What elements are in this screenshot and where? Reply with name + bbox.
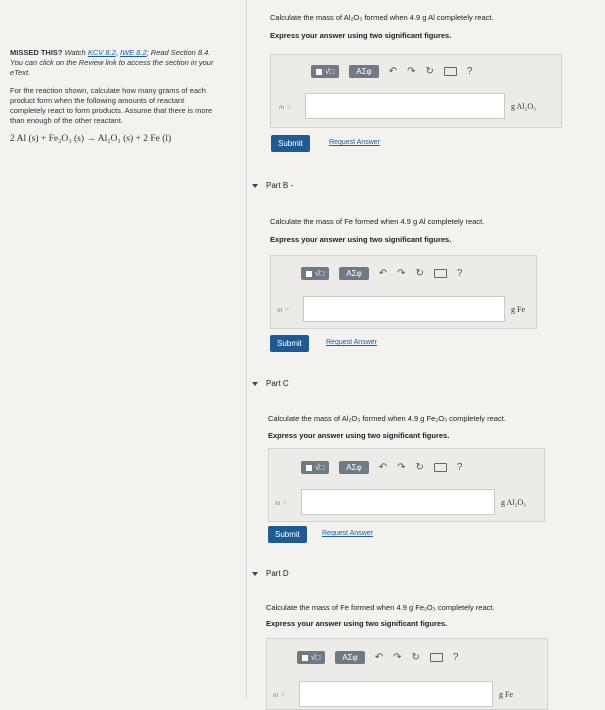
part-d-answer-box: √□ ΑΣφ ↶ ↷ ↻ ? m = g Fe bbox=[266, 638, 548, 710]
part-d-answer-row: m = g Fe bbox=[273, 681, 513, 707]
part-a-question: Calculate the mass of Al₂O₃ formed when … bbox=[270, 13, 494, 22]
part-d-header[interactable]: Part D bbox=[252, 569, 289, 578]
part-c-toolbar: √□ ΑΣφ ↶ ↷ ↻ ? bbox=[301, 461, 462, 474]
templates-button[interactable]: √□ bbox=[311, 65, 340, 78]
part-d-answer-input[interactable] bbox=[299, 681, 493, 707]
part-b-request-answer-link[interactable]: Request Answer bbox=[326, 339, 377, 346]
watch-text: Watch bbox=[64, 48, 86, 57]
undo-icon[interactable]: ↶ bbox=[379, 268, 387, 279]
missed-label: MISSED THIS? bbox=[10, 48, 63, 57]
collapse-triangle-icon bbox=[252, 183, 258, 188]
redo-icon[interactable]: ↷ bbox=[397, 462, 405, 473]
part-c-answer-box: √□ ΑΣφ ↶ ↷ ↻ ? m = g Al₂O₃ bbox=[268, 448, 545, 522]
keyboard-icon[interactable] bbox=[443, 67, 457, 76]
part-b-submit-button[interactable]: Submit bbox=[270, 335, 309, 352]
part-c-submit-button[interactable]: Submit bbox=[268, 526, 307, 543]
greek-button[interactable]: ΑΣφ bbox=[349, 65, 379, 78]
part-a-answer-input[interactable] bbox=[305, 93, 505, 119]
part-a-toolbar: √□ ΑΣφ ↶ ↷ ↻ ? bbox=[311, 65, 472, 78]
part-b-unit: g Fe bbox=[511, 304, 525, 314]
iwe-link[interactable]: IWE 8.2 bbox=[120, 48, 147, 57]
greek-button[interactable]: ΑΣφ bbox=[335, 651, 365, 664]
part-c-header[interactable]: Part C bbox=[252, 379, 289, 388]
part-b-answer-box: √□ ΑΣφ ↶ ↷ ↻ ? m = g Fe bbox=[270, 255, 537, 329]
help-icon[interactable]: ? bbox=[453, 652, 459, 663]
greek-button[interactable]: ΑΣφ bbox=[339, 267, 369, 280]
missed-this-note: MISSED THIS? Watch KCV 8.2, IWE 8.2; Rea… bbox=[10, 48, 214, 77]
part-a-answer-box: √□ ΑΣφ ↶ ↷ ↻ ? m = g Al₂O₃ bbox=[270, 54, 562, 128]
undo-icon[interactable]: ↶ bbox=[379, 462, 387, 473]
greek-button[interactable]: ΑΣφ bbox=[339, 461, 369, 474]
part-c-instruction: Express your answer using two significan… bbox=[268, 431, 450, 440]
m-label: m = bbox=[275, 497, 288, 507]
reset-icon[interactable]: ↻ bbox=[415, 462, 423, 473]
help-icon[interactable]: ? bbox=[457, 462, 463, 473]
part-d-toolbar: √□ ΑΣφ ↶ ↷ ↻ ? bbox=[297, 651, 458, 664]
part-b-answer-row: m = g Fe bbox=[277, 296, 525, 322]
instructions: For the reaction shown, calculate how ma… bbox=[10, 86, 213, 125]
undo-icon[interactable]: ↶ bbox=[389, 66, 397, 77]
reaction-equation: 2 Al (s) + Fe₂O₃ (s) → Al₂O₃ (s) + 2 Fe … bbox=[10, 134, 172, 144]
redo-icon[interactable]: ↷ bbox=[393, 652, 401, 663]
part-b-header[interactable]: Part B - bbox=[252, 181, 293, 190]
kcv-link[interactable]: KCV 8.2 bbox=[88, 48, 116, 57]
keyboard-icon[interactable] bbox=[429, 653, 443, 662]
part-a-unit: g Al₂O₃ bbox=[511, 101, 536, 111]
collapse-triangle-icon bbox=[252, 381, 258, 386]
part-c-request-answer-link[interactable]: Request Answer bbox=[322, 530, 373, 537]
part-b-toolbar: √□ ΑΣφ ↶ ↷ ↻ ? bbox=[301, 267, 462, 280]
part-b-instruction: Express your answer using two significan… bbox=[270, 235, 452, 244]
reset-icon[interactable]: ↻ bbox=[415, 268, 423, 279]
reset-icon[interactable]: ↻ bbox=[411, 652, 419, 663]
m-label: m = bbox=[279, 101, 292, 111]
part-d-unit: g Fe bbox=[499, 689, 513, 699]
redo-icon[interactable]: ↷ bbox=[407, 66, 415, 77]
collapse-triangle-icon bbox=[252, 571, 258, 576]
m-label: m = bbox=[273, 689, 286, 699]
templates-button[interactable]: √□ bbox=[297, 651, 326, 664]
sidebar: MISSED THIS? Watch KCV 8.2, IWE 8.2; Rea… bbox=[10, 48, 220, 144]
part-a-instruction: Express your answer using two significan… bbox=[270, 31, 452, 40]
keyboard-icon[interactable] bbox=[433, 269, 447, 278]
part-c-question: Calculate the mass of Al₂O₃ formed when … bbox=[268, 414, 506, 423]
templates-button[interactable]: √□ bbox=[301, 267, 330, 280]
column-divider bbox=[246, 0, 247, 700]
part-b-question: Calculate the mass of Fe formed when 4.9… bbox=[270, 217, 485, 226]
part-b-answer-input[interactable] bbox=[303, 296, 505, 322]
templates-button[interactable]: √□ bbox=[301, 461, 330, 474]
help-icon[interactable]: ? bbox=[467, 66, 473, 77]
part-d-question: Calculate the mass of Fe formed when 4.9… bbox=[266, 603, 495, 612]
undo-icon[interactable]: ↶ bbox=[375, 652, 383, 663]
redo-icon[interactable]: ↷ bbox=[397, 268, 405, 279]
help-icon[interactable]: ? bbox=[457, 268, 463, 279]
part-a-submit-button[interactable]: Submit bbox=[271, 135, 310, 152]
keyboard-icon[interactable] bbox=[433, 463, 447, 472]
m-label: m = bbox=[277, 304, 290, 314]
part-c-answer-input[interactable] bbox=[301, 489, 495, 515]
part-d-instruction: Express your answer using two significan… bbox=[266, 619, 448, 628]
part-c-answer-row: m = g Al₂O₃ bbox=[275, 489, 526, 515]
part-a-request-answer-link[interactable]: Request Answer bbox=[329, 139, 380, 146]
reset-icon[interactable]: ↻ bbox=[425, 66, 433, 77]
part-c-unit: g Al₂O₃ bbox=[501, 497, 526, 507]
part-a-answer-row: m = g Al₂O₃ bbox=[279, 93, 536, 119]
